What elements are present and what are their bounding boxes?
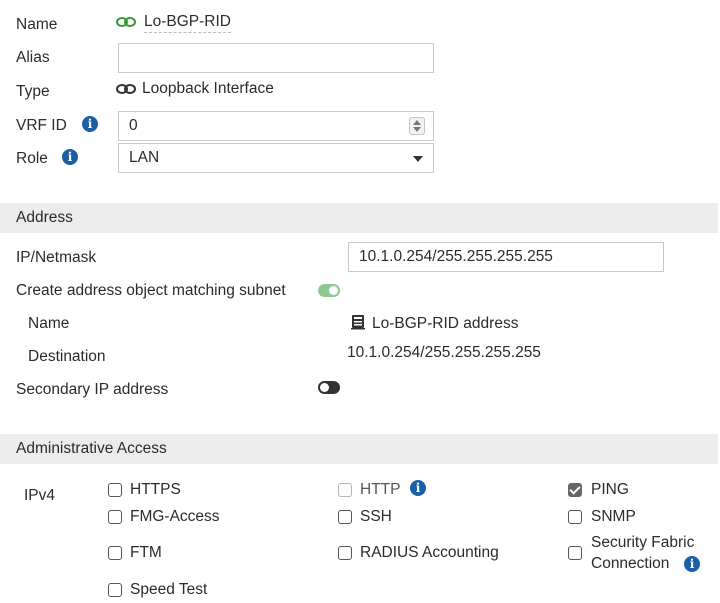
https-checkbox[interactable] [108,483,122,497]
security-fabric-label-line2: Connection [591,555,670,572]
type-label: Type [16,83,50,100]
type-value: Loopback Interface [142,80,274,97]
ftm-label: FTM [130,544,162,561]
radius-accounting-checkbox[interactable] [338,546,352,560]
destination-label: Destination [28,348,106,365]
ipv4-label: IPv4 [24,487,56,504]
address-object-icon [350,314,366,334]
address-object-name-label: Name [28,315,70,332]
http-checkbox[interactable] [338,483,352,497]
link-icon [115,13,137,35]
snmp-checkbox[interactable] [568,510,582,524]
info-icon[interactable]: i [684,556,700,572]
ssh-label: SSH [360,508,392,525]
fmg-access-label: FMG-Access [130,508,220,525]
info-icon[interactable]: i [82,116,98,132]
name-label: Name [16,16,58,33]
security-fabric-label-line1: Security Fabric [591,534,695,551]
speed-test-label: Speed Test [130,581,208,598]
ip-netmask-label: IP/Netmask [16,249,97,266]
ftm-checkbox[interactable] [108,546,122,560]
speed-test-checkbox[interactable] [108,583,122,597]
fmg-access-checkbox[interactable] [108,510,122,524]
number-stepper-icon[interactable] [409,117,425,135]
role-select[interactable]: LAN [118,143,434,173]
secondary-ip-toggle[interactable] [318,381,340,394]
alias-input[interactable] [118,43,434,73]
destination-value: 10.1.0.254/255.255.255.255 [347,344,541,361]
vrf-id-input[interactable]: 0 [118,111,434,141]
role-value: LAN [129,149,160,166]
link-icon [115,80,137,102]
ssh-checkbox[interactable] [338,510,352,524]
info-icon[interactable]: i [62,149,78,165]
snmp-label: SNMP [591,508,636,525]
section-header-administrative-access: Administrative Access [0,434,718,464]
info-icon[interactable]: i [410,480,426,496]
create-address-object-toggle[interactable] [318,284,340,297]
vrf-id-label: VRF ID [16,117,67,134]
secondary-ip-label: Secondary IP address [16,381,169,398]
https-label: HTTPS [130,481,181,498]
role-label: Role [16,150,48,167]
alias-label: Alias [16,49,50,66]
security-fabric-checkbox[interactable] [568,546,582,560]
radius-accounting-label: RADIUS Accounting [360,544,499,561]
section-header-address: Address [0,203,718,233]
ip-netmask-input[interactable] [348,242,664,272]
http-label: HTTP [360,481,401,498]
vrf-id-value: 0 [129,117,138,134]
ping-checkbox[interactable] [568,483,582,497]
chevron-down-icon [413,156,423,162]
address-object-name-value: Lo-BGP-RID address [372,315,519,332]
create-address-object-label: Create address object matching subnet [16,282,286,299]
ping-label: PING [591,481,629,498]
interface-name-value: Lo-BGP-RID [144,13,231,33]
